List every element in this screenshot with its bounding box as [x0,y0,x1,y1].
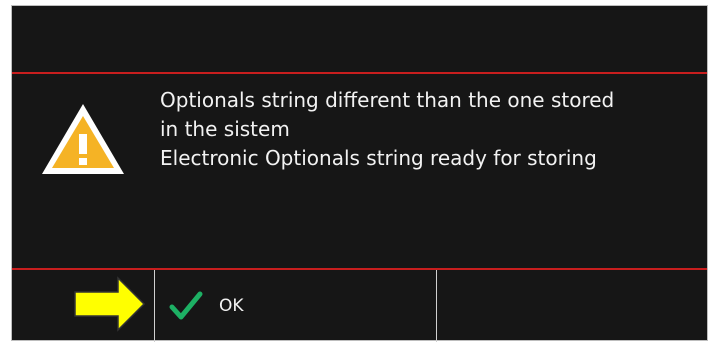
ok-label: OK [219,296,244,316]
yellow-arrow-right-icon [74,276,146,332]
message-line: Electronic Optionals string ready for st… [160,146,597,170]
footer-divider [436,270,437,342]
message-line: in the sistem [160,117,290,141]
warning-triangle-icon [42,104,124,174]
top-separator [12,72,707,74]
checkmark-icon [169,291,203,320]
ok-button[interactable]: OK [155,270,436,342]
message-line: Optionals string different than the one … [160,88,615,112]
dialog-message: Optionals string different than the one … [160,86,700,173]
dialog-title-bar [12,6,707,72]
